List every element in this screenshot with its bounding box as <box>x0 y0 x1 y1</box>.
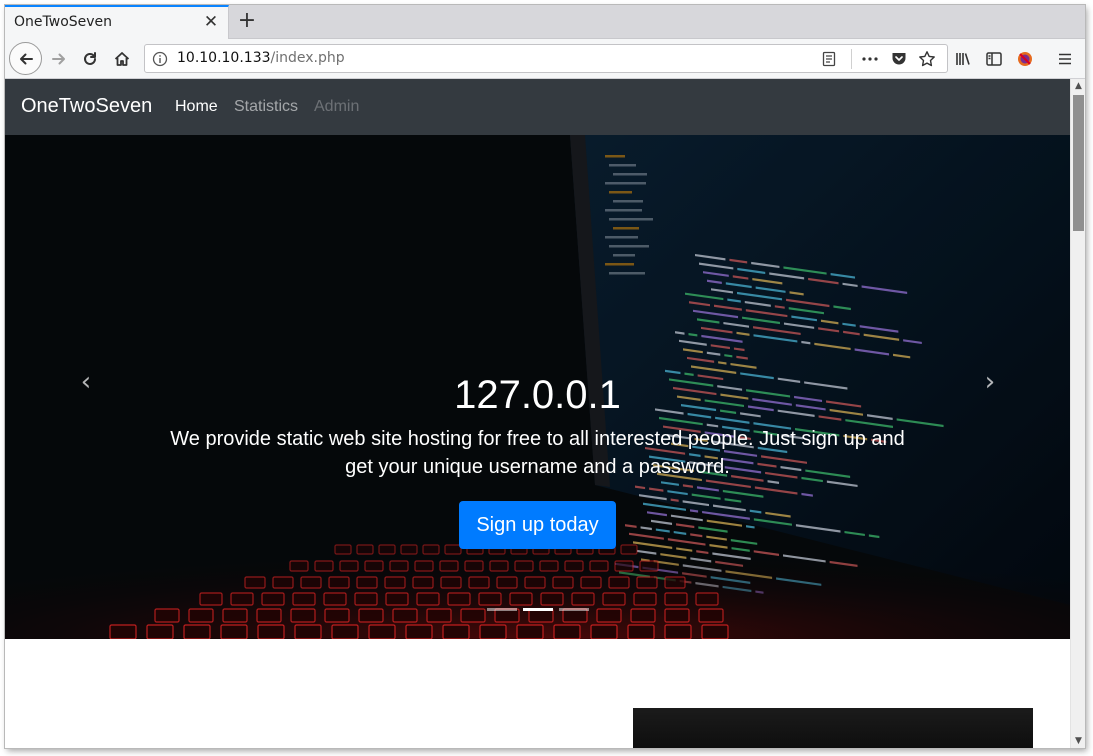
carousel-indicator[interactable] <box>559 608 589 611</box>
signup-button[interactable]: Sign up today <box>459 501 616 549</box>
browser-window: OneTwoSeven ✕ + 10.10.10.133/index.php O… <box>5 5 1085 748</box>
more-icon[interactable] <box>861 51 879 67</box>
carousel-indicator[interactable] <box>487 608 517 611</box>
tab-title: OneTwoSeven <box>14 14 113 30</box>
site-navbar: OneTwoSeven Home Statistics Admin <box>5 79 1070 135</box>
hero-text: We provide static web site hosting for f… <box>170 428 905 478</box>
scroll-up-icon[interactable]: ▲ <box>1071 79 1085 93</box>
nav-toolbar: 10.10.10.133/index.php <box>5 39 1085 79</box>
sidebar-icon <box>986 52 1002 66</box>
library-button[interactable] <box>949 45 977 73</box>
url-host: 10.10.10.133 <box>177 50 271 66</box>
back-button[interactable] <box>9 42 42 75</box>
back-icon <box>19 53 33 64</box>
scroll-thumb[interactable] <box>1073 95 1084 231</box>
site-brand[interactable]: OneTwoSeven <box>21 95 152 118</box>
carousel-indicator[interactable] <box>523 608 553 611</box>
menu-icon <box>1059 53 1071 65</box>
block-icon <box>1018 52 1032 66</box>
menu-button[interactable] <box>1051 45 1079 73</box>
forward-button[interactable] <box>45 45 73 73</box>
hero-caption: 127.0.0.1 We provide static web site hos… <box>5 371 1070 549</box>
addon-button[interactable] <box>1011 45 1039 73</box>
library-icon <box>956 53 970 65</box>
home-button[interactable] <box>108 45 136 73</box>
info-icon[interactable] <box>152 51 168 67</box>
reload-icon <box>84 52 96 65</box>
scroll-down-icon[interactable]: ▼ <box>1071 734 1085 748</box>
url-bar[interactable]: 10.10.10.133/index.php <box>144 44 948 73</box>
scrollbar[interactable]: ▲ ▼ <box>1070 79 1085 748</box>
forward-icon <box>52 53 65 65</box>
close-tab-icon[interactable]: ✕ <box>202 13 220 31</box>
nav-home[interactable]: Home <box>175 98 218 116</box>
hero-carousel: ‹ › 127.0.0.1 We provide static web site… <box>5 135 1070 639</box>
url-path: /index.php <box>270 50 345 66</box>
sidebar-button[interactable] <box>980 45 1008 73</box>
nav-admin[interactable]: Admin <box>314 98 359 116</box>
nav-statistics[interactable]: Statistics <box>234 98 298 116</box>
feature-image <box>633 708 1033 748</box>
new-tab-button[interactable]: + <box>235 9 259 33</box>
url-separator <box>851 49 852 69</box>
page-viewport: OneTwoSeven Home Statistics Admin ‹ › 12… <box>5 79 1070 748</box>
url-text[interactable]: 10.10.10.133/index.php <box>177 50 345 66</box>
home-icon <box>114 52 130 66</box>
reader-icon[interactable] <box>821 51 837 67</box>
carousel-indicators <box>487 608 589 611</box>
tab-active[interactable]: OneTwoSeven ✕ <box>5 5 229 39</box>
star-icon[interactable] <box>918 50 936 68</box>
tab-strip: OneTwoSeven ✕ + <box>5 5 1085 39</box>
reload-button[interactable] <box>76 45 104 73</box>
hero-title: 127.0.0.1 <box>454 373 621 417</box>
pocket-icon[interactable] <box>890 50 908 68</box>
